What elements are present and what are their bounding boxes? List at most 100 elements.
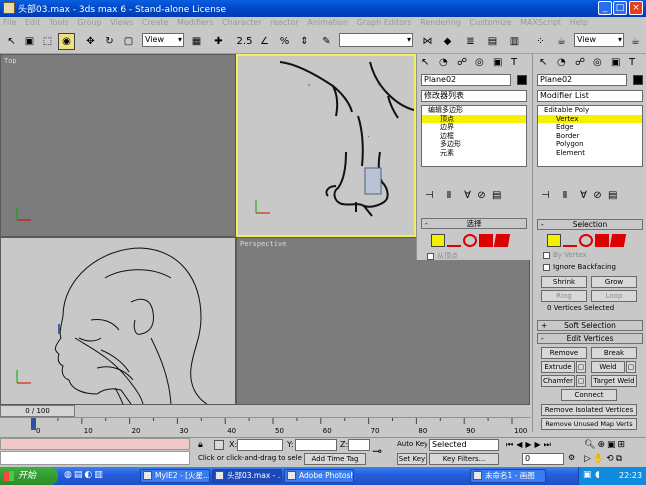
menu-reactor[interactable]: reactor — [270, 18, 299, 27]
taskbar-item-3dsmax[interactable]: 头部03.max - ... — [212, 469, 282, 483]
object-name-field[interactable]: Plane02 — [537, 74, 627, 86]
menu-customize[interactable]: Customize — [470, 18, 512, 27]
maxscript-listener-mini[interactable] — [0, 438, 190, 450]
modifier-list-dropdown[interactable]: Modifier List — [537, 90, 643, 102]
percent-snap-icon[interactable]: % — [276, 33, 293, 50]
prev-frame-icon[interactable]: ◀ — [516, 440, 525, 449]
modify-tab-icon[interactable]: ◔ — [439, 57, 448, 68]
modify-tab-icon[interactable]: ◔ — [557, 57, 566, 68]
goto-end-icon[interactable]: ⏭ — [544, 440, 554, 449]
menu-animation[interactable]: Animation — [307, 18, 348, 27]
ignore-backfacing-checkbox[interactable]: Ignore Backfacing — [543, 263, 616, 271]
extrude-settings-button[interactable]: ▢ — [576, 361, 586, 373]
menu-graph-editors[interactable]: Graph Editors — [357, 18, 412, 27]
select-manipulate-icon[interactable]: ✚ — [210, 33, 227, 50]
layer-manager-icon[interactable]: ≣ — [462, 33, 479, 50]
create-tab-icon[interactable]: ↖ — [421, 57, 429, 68]
extrude-button[interactable]: Extrude — [541, 361, 575, 373]
stack-item[interactable]: Element — [538, 149, 642, 158]
lock-icon[interactable]: 🔒︎ — [198, 440, 203, 450]
quick-render-icon[interactable]: ☕ — [627, 33, 644, 50]
maximize-button[interactable]: □ — [613, 1, 627, 15]
stack-item[interactable]: 编辑多边形 — [422, 106, 526, 115]
undo-icon[interactable]: ↖ — [3, 33, 20, 50]
stack-item[interactable]: Editable Poly — [538, 106, 642, 115]
curve-editor-icon[interactable]: ▤ — [484, 33, 501, 50]
start-button[interactable]: 开始 — [0, 467, 58, 485]
absolute-mode-icon[interactable] — [214, 440, 224, 450]
stack-item-selected[interactable]: 顶点 — [422, 114, 526, 124]
minimize-button[interactable]: _ — [598, 1, 612, 15]
time-config-icon[interactable]: ⚙ — [568, 453, 575, 462]
close-button[interactable]: × — [629, 1, 643, 15]
polygon-icon[interactable] — [479, 234, 493, 247]
render-scene-icon[interactable]: ☕ — [553, 33, 570, 50]
configure-modifiers-icon[interactable]: ▤ — [608, 190, 617, 201]
border-icon[interactable] — [579, 234, 593, 247]
window-crossing-icon[interactable]: ◉ — [58, 33, 75, 50]
taskbar-item-paint[interactable]: 未命名1 - 画图 — [470, 469, 546, 483]
menu-edit[interactable]: Edit — [25, 18, 41, 27]
app-icon[interactable] — [3, 2, 15, 14]
zoom-extents-all-icon[interactable]: ⊞ — [618, 440, 628, 450]
explorer-icon[interactable]: ▥ — [94, 470, 105, 480]
motion-tab-icon[interactable]: ◎ — [593, 57, 602, 68]
by-vertex-checkbox-cn[interactable]: 从顶点 — [427, 251, 458, 261]
zoom-icon[interactable]: 🔍︎ — [584, 440, 597, 450]
schematic-view-icon[interactable]: ▥ — [506, 33, 523, 50]
edge-icon[interactable] — [447, 234, 461, 247]
edit-vertices-rollout-header[interactable]: - Edit Vertices — [537, 333, 643, 344]
goto-start-icon[interactable]: ⏮ — [506, 440, 516, 449]
maximize-viewport-icon[interactable]: ⧉ — [616, 454, 624, 464]
align-icon[interactable]: ◆ — [439, 33, 456, 50]
stack-item[interactable]: 多边形 — [422, 140, 526, 149]
stack-item[interactable]: 边框 — [422, 132, 526, 141]
next-frame-icon[interactable]: ▶ — [535, 440, 544, 449]
menu-create[interactable]: Create — [142, 18, 169, 27]
polygon-icon[interactable] — [595, 234, 609, 247]
chamfer-settings-button[interactable]: ▢ — [576, 375, 586, 387]
stack-item[interactable]: Edge — [538, 123, 642, 132]
edge-icon[interactable] — [563, 234, 577, 247]
zoom-all-icon[interactable]: ⊕ — [597, 440, 607, 450]
z-coordinate-field[interactable] — [348, 439, 370, 451]
remove-modifier-icon[interactable]: ⊘ — [477, 190, 485, 201]
maxscript-output-mini[interactable] — [0, 451, 190, 465]
x-coordinate-field[interactable] — [237, 439, 283, 451]
by-vertex-checkbox[interactable]: By Vertex — [543, 251, 587, 259]
time-slider-thumb[interactable]: 0 / 100 — [0, 405, 75, 417]
stack-item[interactable]: 边界 — [422, 123, 526, 132]
reference-coordinate-dropdown[interactable]: View — [142, 33, 184, 47]
arc-rotate-icon[interactable]: ⟲ — [606, 454, 616, 464]
menu-maxscript[interactable]: MAXScript — [520, 18, 561, 27]
select-scale-icon[interactable]: ▢ — [120, 33, 137, 50]
snap-toggle-icon[interactable]: 2.5 — [236, 33, 253, 50]
selection-rollout-header[interactable]: - Selection — [537, 219, 643, 230]
fov-icon[interactable]: ▷ — [584, 454, 593, 464]
menu-group[interactable]: Group — [77, 18, 101, 27]
set-key-button[interactable]: Set Key — [397, 453, 427, 465]
taskbar-item-photoshop[interactable]: Adobe Photoshop — [284, 469, 354, 483]
create-tab-icon[interactable]: ↖ — [539, 57, 547, 68]
named-selection-icon[interactable]: ✎ — [318, 33, 335, 50]
named-selection-sets-dropdown[interactable] — [339, 33, 413, 47]
auto-key-button[interactable]: Auto Key — [397, 439, 427, 451]
remove-button[interactable]: Remove — [541, 347, 587, 359]
key-filters-button[interactable]: Key Filters... — [429, 453, 499, 465]
select-move-icon[interactable]: ✥ — [82, 33, 99, 50]
viewport-front[interactable] — [236, 54, 416, 237]
shrink-button[interactable]: Shrink — [541, 276, 587, 288]
vertex-icon[interactable] — [547, 234, 561, 247]
object-color-swatch[interactable] — [517, 75, 527, 85]
add-time-tag-button[interactable]: Add Time Tag — [304, 453, 366, 465]
menu-views[interactable]: Views — [110, 18, 133, 27]
stack-item-selected[interactable]: Vertex — [538, 114, 642, 124]
menu-help[interactable]: Help — [570, 18, 588, 27]
display-tab-icon[interactable]: ▣ — [493, 57, 502, 68]
configure-modifiers-icon[interactable]: ▤ — [492, 190, 501, 201]
zoom-extents-icon[interactable]: ▣ — [607, 440, 618, 450]
utilities-tab-icon[interactable]: T — [629, 57, 635, 68]
viewport-top[interactable]: Top — [0, 54, 236, 237]
weld-settings-button[interactable]: ▢ — [626, 361, 636, 373]
vertex-icon[interactable] — [431, 234, 445, 247]
